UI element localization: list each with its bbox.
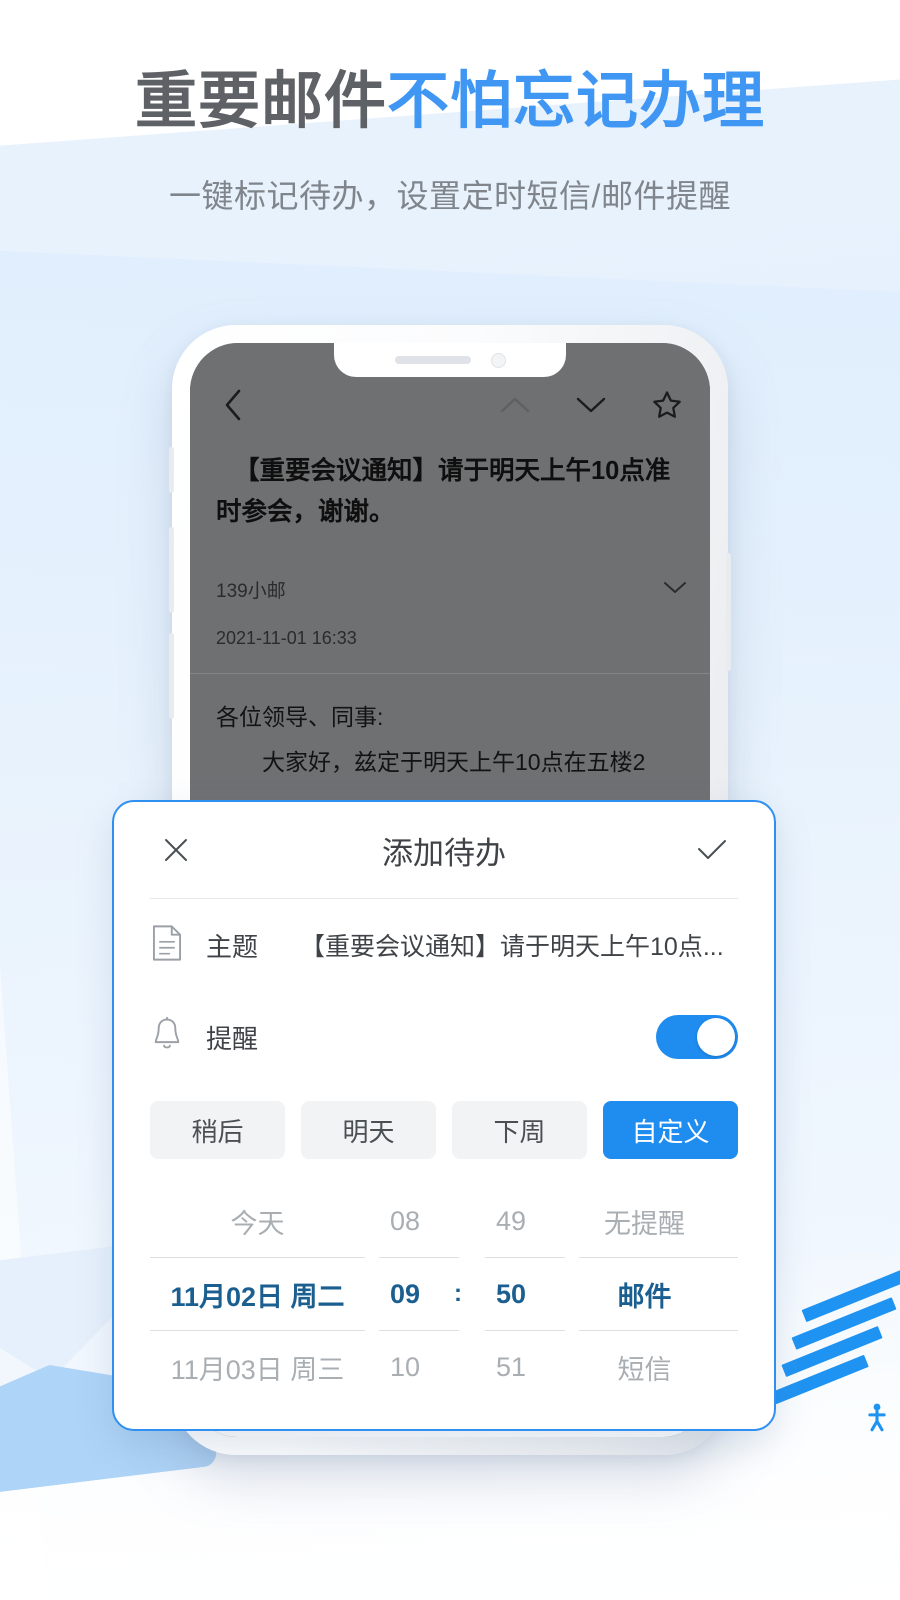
bell-icon xyxy=(150,1016,184,1059)
picker-type: 无提醒 xyxy=(604,1208,685,1239)
mail-body: 各位领导、同事: 大家好，兹定于明天上午10点在五楼2 xyxy=(216,695,688,785)
chevron-up-icon[interactable] xyxy=(494,384,536,426)
star-outline-icon[interactable] xyxy=(646,384,688,426)
phone-volume-up-button[interactable] xyxy=(169,527,174,613)
picker-hour-next: 10 xyxy=(389,1351,421,1382)
back-icon[interactable] xyxy=(212,384,254,426)
phone-volume-down-button[interactable] xyxy=(169,633,174,719)
picker-hour-selected: 09 xyxy=(389,1278,421,1309)
mail-divider xyxy=(190,673,710,674)
picker-separator-top xyxy=(150,1257,738,1258)
mail-sender: 139小邮 xyxy=(216,581,286,602)
chip-later[interactable]: 稍后 xyxy=(150,1101,285,1159)
add-todo-modal: 添加待办 主题 【重要会议通知】请于明天上午10点... 提醒 稍后 明天 下周… xyxy=(112,800,776,1431)
check-icon[interactable] xyxy=(690,828,734,872)
toggle-knob xyxy=(697,1018,735,1056)
page-title: 重要邮件不怕忘记办理 xyxy=(0,66,900,137)
chip-tomorrow[interactable]: 明天 xyxy=(301,1101,436,1159)
mail-date: 2021-11-01 16:33 xyxy=(216,628,357,648)
picker-minute: 49 xyxy=(495,1205,527,1236)
person-decoration-icon xyxy=(860,1400,894,1440)
page-subtitle: 一键标记待办，设置定时短信/邮件提醒 xyxy=(169,178,731,215)
mail-sender-row[interactable]: 139小邮 xyxy=(216,576,688,603)
mail-subject: 【重要会议通知】请于明天上午10点准时参会，谢谢。 xyxy=(216,457,671,527)
chip-next-week[interactable]: 下周 xyxy=(452,1101,587,1159)
picker-type-next: 短信 xyxy=(617,1354,672,1385)
picker-type-selected: 邮件 xyxy=(617,1281,672,1312)
chevron-down-icon[interactable] xyxy=(570,384,612,426)
close-icon[interactable] xyxy=(154,828,198,872)
picker-colon-selected: : xyxy=(454,1280,462,1307)
picker-minute-selected: 50 xyxy=(495,1278,527,1309)
earpiece-speaker xyxy=(394,356,471,364)
picker-date: 今天 xyxy=(230,1208,285,1239)
picker-date-next: 11月03日 周三 xyxy=(170,1354,345,1385)
quick-preset-chips: 稍后 明天 下周 自定义 xyxy=(114,1083,774,1159)
subject-label: 主题 xyxy=(206,931,259,962)
phone-notch xyxy=(334,343,566,377)
picker-row-previous[interactable]: 今天 08 49 无提醒 xyxy=(150,1185,738,1257)
subject-value: 【重要会议通知】请于明天上午10点... xyxy=(300,933,724,961)
document-icon xyxy=(150,924,184,967)
mail-toolbar xyxy=(190,377,710,433)
headline-block: 重要邮件不怕忘记办理 一键标记待办，设置定时短信/邮件提醒 xyxy=(0,66,900,217)
front-camera-icon xyxy=(490,352,506,368)
picker-date-selected: 11月02日 周二 xyxy=(170,1281,345,1312)
mail-body-line-2: 大家好，兹定于明天上午10点在五楼2 xyxy=(262,748,646,775)
modal-title: 添加待办 xyxy=(382,835,506,871)
picker-row-selected[interactable]: 11月02日 周二 09 : 50 邮件 xyxy=(150,1258,738,1330)
picker-minute-next: 51 xyxy=(495,1351,527,1382)
subject-row[interactable]: 主题 【重要会议通知】请于明天上午10点... xyxy=(114,899,774,991)
picker-row-next[interactable]: 11月03日 周三 10 51 短信 xyxy=(150,1331,738,1403)
reminder-toggle[interactable] xyxy=(656,1015,738,1059)
sender-expand-chevron-down-icon[interactable] xyxy=(662,579,688,601)
page-title-dark-part: 重要邮件 xyxy=(134,67,387,136)
reminder-label: 提醒 xyxy=(206,1023,259,1054)
phone-power-button[interactable] xyxy=(726,553,731,671)
modal-header: 添加待办 xyxy=(114,802,774,898)
mail-body-line-1: 各位领导、同事: xyxy=(216,704,384,730)
chip-custom[interactable]: 自定义 xyxy=(603,1101,738,1159)
datetime-picker[interactable]: 今天 08 49 无提醒 11月02日 周二 09 : 50 邮件 11月03日… xyxy=(114,1185,774,1403)
picker-separator-bottom xyxy=(150,1330,738,1331)
page-title-blue-part: 不怕忘记办理 xyxy=(387,67,766,136)
phone-mute-switch[interactable] xyxy=(169,447,174,493)
reminder-row: 提醒 xyxy=(114,991,774,1083)
picker-hour: 08 xyxy=(389,1205,421,1236)
